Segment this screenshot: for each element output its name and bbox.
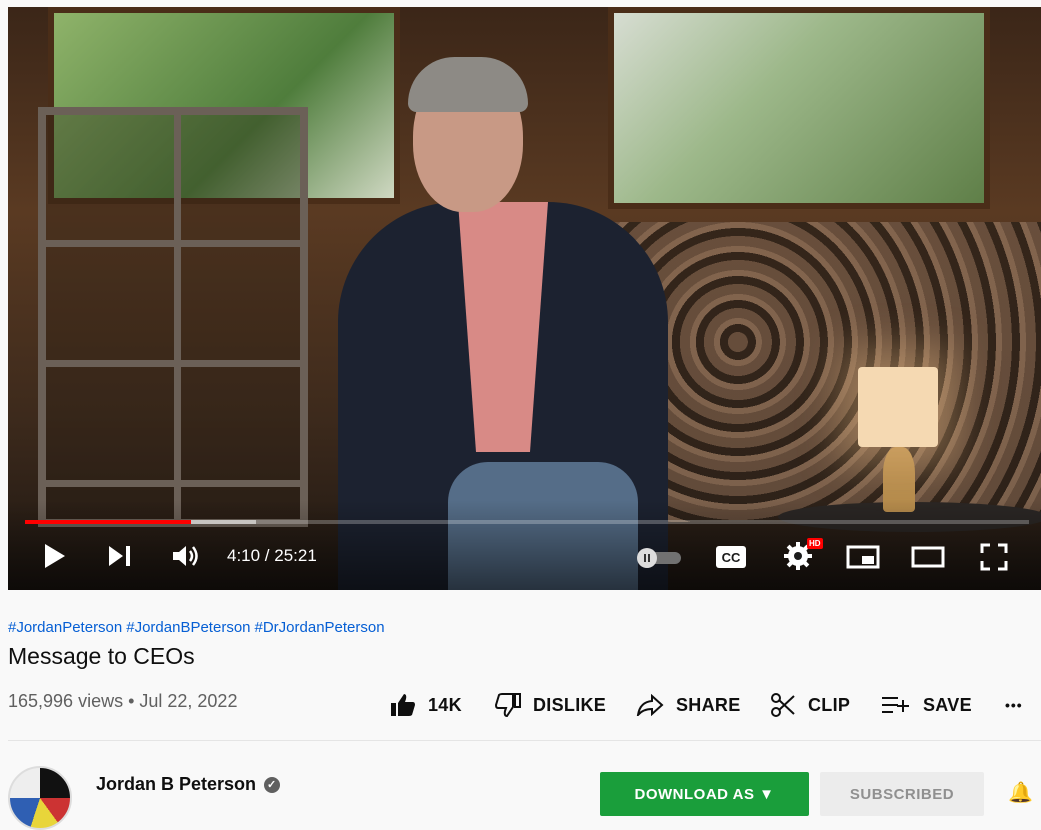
share-label: SHARE <box>676 694 741 715</box>
hashtag-link[interactable]: #DrJordanPeterson <box>255 619 385 636</box>
play-icon[interactable] <box>43 543 67 569</box>
divider <box>8 740 1041 741</box>
view-count-date: 165,996 views • Jul 22, 2022 <box>8 691 238 711</box>
download-button[interactable]: DOWNLOAD AS ▼ <box>600 772 809 816</box>
share-icon <box>636 694 664 716</box>
verified-icon <box>264 776 281 793</box>
time-display: 4:10 / 25:21 <box>227 546 317 565</box>
channel-name-row[interactable]: Jordan B Peterson <box>96 774 281 795</box>
subscribe-button[interactable]: SUBSCRIBED <box>820 772 984 816</box>
cc-icon[interactable]: CC <box>715 545 747 569</box>
pause-icon <box>637 548 657 568</box>
add-to-playlist-icon <box>882 697 909 713</box>
save-button[interactable]: SAVE <box>881 688 972 722</box>
more-icon: ••• <box>1005 697 1023 713</box>
theater-icon[interactable] <box>911 546 945 568</box>
video-title: Message to CEOs <box>8 643 195 669</box>
volume-icon[interactable] <box>172 544 200 568</box>
autoplay-toggle[interactable] <box>637 548 681 568</box>
more-actions-button[interactable]: ••• <box>1005 688 1023 722</box>
thumbs-down-icon <box>495 693 521 717</box>
fullscreen-icon[interactable] <box>980 543 1008 571</box>
clip-label: CLIP <box>808 694 851 715</box>
miniplayer-icon[interactable] <box>846 545 880 569</box>
dislike-button[interactable]: DISLIKE <box>495 688 606 722</box>
hd-badge: HD <box>807 538 823 549</box>
channel-name[interactable]: Jordan B Peterson <box>96 774 256 795</box>
scissors-icon <box>771 693 795 717</box>
share-button[interactable]: SHARE <box>636 688 741 722</box>
progress-bar[interactable] <box>25 520 1029 524</box>
video-frame-firewood <box>608 222 1041 522</box>
clip-button[interactable]: CLIP <box>770 688 850 722</box>
video-frame-lamp <box>858 367 938 447</box>
svg-text:CC: CC <box>722 550 741 565</box>
controls-gradient <box>8 500 1041 590</box>
channel-avatar[interactable] <box>8 766 72 830</box>
bell-icon[interactable]: 🔔 <box>1008 780 1033 805</box>
like-count: 14K <box>428 694 462 715</box>
hashtag-link[interactable]: #JordanPeterson <box>8 619 122 636</box>
hashtag-list: #JordanPeterson #JordanBPeterson #DrJordan… <box>8 619 389 636</box>
like-button[interactable]: 14K <box>390 688 462 722</box>
hashtag-link[interactable]: #JordanBPeterson <box>126 619 250 636</box>
progress-played <box>25 520 191 524</box>
dislike-label: DISLIKE <box>533 694 607 715</box>
video-frame-bookshelf <box>38 107 308 527</box>
thumbs-up-icon <box>391 694 415 716</box>
video-player[interactable]: 4:10 / 25:21 CC HD <box>8 7 1041 590</box>
next-icon[interactable] <box>108 545 132 567</box>
save-label: SAVE <box>923 694 972 715</box>
